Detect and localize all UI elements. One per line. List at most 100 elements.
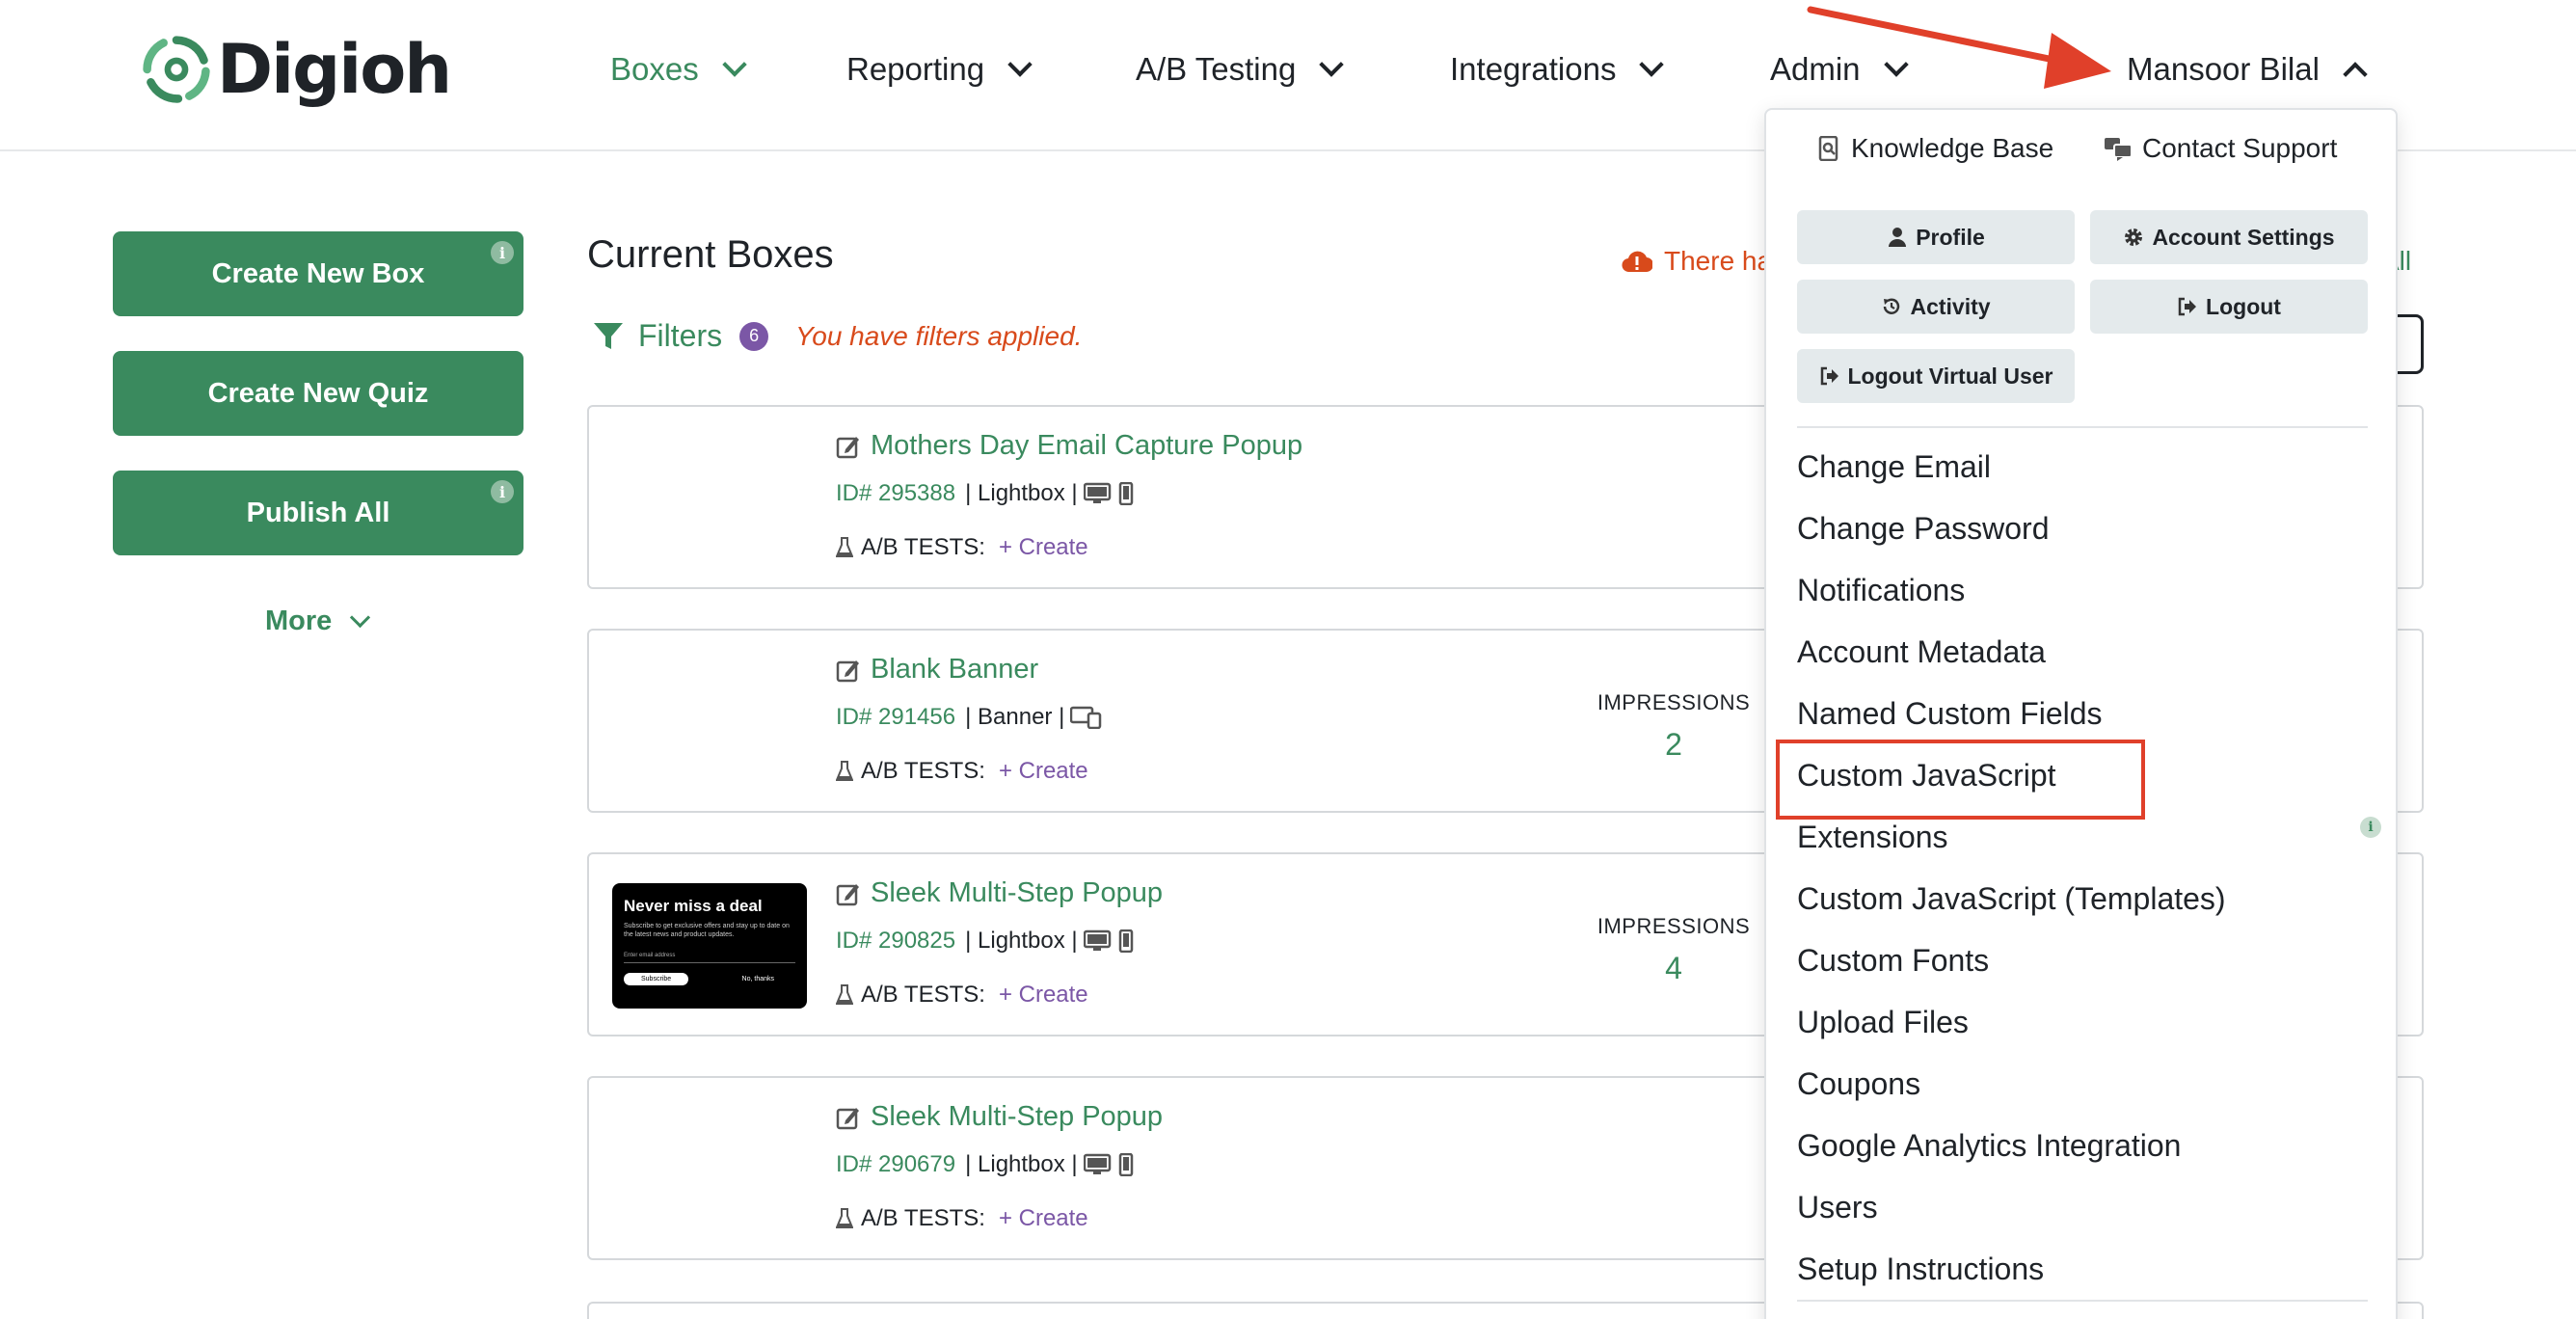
box-id: ID# 290679 bbox=[836, 1151, 956, 1177]
ab-tests-row: A/B TESTS: + Create bbox=[836, 1205, 1088, 1232]
impressions-value: 4 bbox=[1665, 951, 1682, 985]
chevron-down-icon bbox=[350, 606, 371, 629]
logout-button[interactable]: Logout bbox=[2090, 280, 2368, 334]
profile-label: Profile bbox=[1916, 224, 1985, 250]
thumb-body: Subscribe to get exclusive offers and st… bbox=[624, 923, 790, 938]
menu-upload-files[interactable]: Upload Files bbox=[1797, 1005, 1969, 1040]
flask-icon bbox=[836, 761, 853, 781]
box-meta: ID# 295388 | Lightbox | bbox=[836, 480, 1134, 507]
info-icon[interactable]: i bbox=[2360, 817, 2381, 838]
edit-icon bbox=[836, 883, 859, 905]
activity-label: Activity bbox=[1910, 293, 1991, 319]
box-name: Mothers Day Email Capture Popup bbox=[871, 430, 1303, 461]
menu-users[interactable]: Users bbox=[1797, 1190, 1878, 1225]
logout-virtual-user-button[interactable]: Logout Virtual User bbox=[1797, 349, 2075, 403]
menu-notifications[interactable]: Notifications bbox=[1797, 573, 1965, 608]
box-id: ID# 290825 bbox=[836, 928, 956, 954]
annotation-highlight-box bbox=[1776, 740, 2145, 820]
logout-icon bbox=[2178, 297, 2197, 316]
thumb-subscribe: Subscribe bbox=[624, 973, 689, 985]
info-icon[interactable]: i bbox=[491, 241, 514, 264]
edit-icon bbox=[836, 1107, 859, 1129]
impressions-value: 2 bbox=[1665, 727, 1682, 762]
menu-extensions[interactable]: Extensions bbox=[1797, 820, 1948, 855]
ab-tests-label: A/B TESTS: bbox=[861, 534, 985, 560]
nav-ab-testing[interactable]: A/B Testing bbox=[1136, 42, 1345, 96]
desktop-icon bbox=[1083, 929, 1111, 951]
menu-divider bbox=[1797, 1300, 2368, 1302]
box-thumbnail[interactable]: Never miss a deal Subscribe to get exclu… bbox=[612, 883, 807, 1009]
box-title-link[interactable]: Blank Banner bbox=[836, 654, 1038, 686]
ab-tests-row: A/B TESTS: + Create bbox=[836, 982, 1088, 1009]
chevron-down-icon bbox=[1007, 52, 1033, 77]
chat-support-icon bbox=[2105, 138, 2133, 161]
ab-tests-label: A/B TESTS: bbox=[861, 1205, 985, 1231]
logout-virtual-user-label: Logout Virtual User bbox=[1847, 363, 2053, 389]
menu-custom-fonts[interactable]: Custom Fonts bbox=[1797, 943, 1989, 979]
ab-tests-row: A/B TESTS: + Create bbox=[836, 534, 1088, 561]
contact-support-link[interactable]: Contact Support bbox=[2104, 133, 2337, 164]
publish-all-button[interactable]: Publish All i bbox=[113, 471, 523, 555]
menu-google-analytics-integration[interactable]: Google Analytics Integration bbox=[1797, 1128, 2181, 1164]
ab-create-link[interactable]: + Create bbox=[999, 982, 1088, 1009]
logout-icon bbox=[1820, 366, 1838, 386]
history-icon bbox=[1884, 298, 1900, 314]
profile-button[interactable]: Profile bbox=[1797, 210, 2075, 264]
box-title-link[interactable]: Sleek Multi-Step Popup bbox=[836, 1101, 1163, 1133]
ab-create-link[interactable]: + Create bbox=[999, 758, 1088, 785]
flask-icon bbox=[836, 1208, 853, 1228]
edit-icon bbox=[836, 660, 859, 682]
nav-boxes[interactable]: Boxes bbox=[610, 42, 747, 96]
account-settings-button[interactable]: Account Settings bbox=[2090, 210, 2368, 264]
menu-named-custom-fields[interactable]: Named Custom Fields bbox=[1797, 696, 2103, 732]
menu-change-password[interactable]: Change Password bbox=[1797, 511, 2049, 547]
gear-icon bbox=[2125, 229, 2143, 246]
user-icon bbox=[1889, 228, 1907, 247]
knowledge-base-link[interactable]: Knowledge Base bbox=[1816, 133, 2053, 164]
nav-reporting[interactable]: Reporting bbox=[846, 42, 1033, 96]
chevron-down-icon bbox=[721, 52, 747, 77]
menu-setup-instructions[interactable]: Setup Instructions bbox=[1797, 1252, 2044, 1287]
box-title-link[interactable]: Sleek Multi-Step Popup bbox=[836, 877, 1163, 909]
knowledge-base-label: Knowledge Base bbox=[1851, 133, 2054, 163]
create-new-box-label: Create New Box bbox=[211, 257, 425, 289]
box-type: Lightbox bbox=[978, 480, 1065, 506]
mobile-icon bbox=[1118, 482, 1133, 505]
impressions-label: IMPRESSIONS bbox=[1597, 914, 1751, 938]
account-settings-label: Account Settings bbox=[2152, 224, 2335, 250]
thumb-buttons: Subscribe No, thanks bbox=[624, 973, 795, 985]
create-new-quiz-button[interactable]: Create New Quiz bbox=[113, 351, 523, 436]
box-id: ID# 295388 bbox=[836, 480, 956, 506]
digioh-logo[interactable]: Digioh bbox=[140, 25, 452, 114]
user-name-label: Mansoor Bilal bbox=[2127, 51, 2320, 87]
info-icon[interactable]: i bbox=[491, 480, 514, 503]
box-title-link[interactable]: Mothers Day Email Capture Popup bbox=[836, 430, 1302, 462]
nav-ab-testing-label: A/B Testing bbox=[1136, 51, 1297, 87]
ab-create-link[interactable]: + Create bbox=[999, 1205, 1088, 1232]
ab-tests-row: A/B TESTS: + Create bbox=[836, 758, 1088, 785]
mobile-icon bbox=[1118, 929, 1133, 953]
warning-text: There ha bbox=[1664, 246, 1773, 276]
filters-applied-note: You have filters applied. bbox=[795, 320, 1083, 351]
activity-button[interactable]: Activity bbox=[1797, 280, 2075, 334]
all-devices-icon bbox=[1070, 706, 1102, 729]
desktop-icon bbox=[1083, 482, 1111, 503]
create-new-box-button[interactable]: Create New Box i bbox=[113, 231, 523, 316]
nav-integrations[interactable]: Integrations bbox=[1450, 42, 1665, 96]
filters-toggle[interactable]: Filters 6 You have filters applied. bbox=[592, 318, 1082, 354]
warning-banner[interactable]: There ha bbox=[1622, 246, 1772, 277]
menu-custom-javascript-templates[interactable]: Custom JavaScript (Templates) bbox=[1797, 881, 2226, 917]
menu-coupons[interactable]: Coupons bbox=[1797, 1066, 1920, 1102]
more-dropdown[interactable]: More bbox=[265, 606, 371, 637]
menu-change-email[interactable]: Change Email bbox=[1797, 449, 1991, 485]
box-meta: ID# 291456 | Banner | bbox=[836, 704, 1103, 731]
impressions-stat: IMPRESSIONS 4 bbox=[1592, 914, 1756, 986]
flask-icon bbox=[836, 984, 853, 1005]
box-meta: ID# 290825 | Lightbox | bbox=[836, 928, 1134, 955]
nav-reporting-label: Reporting bbox=[846, 51, 985, 87]
flask-icon bbox=[836, 537, 853, 557]
nav-user-menu[interactable]: Mansoor Bilal bbox=[2127, 42, 2368, 96]
ab-create-link[interactable]: + Create bbox=[999, 534, 1088, 561]
menu-account-metadata[interactable]: Account Metadata bbox=[1797, 634, 2046, 670]
box-type: Lightbox bbox=[978, 928, 1065, 954]
